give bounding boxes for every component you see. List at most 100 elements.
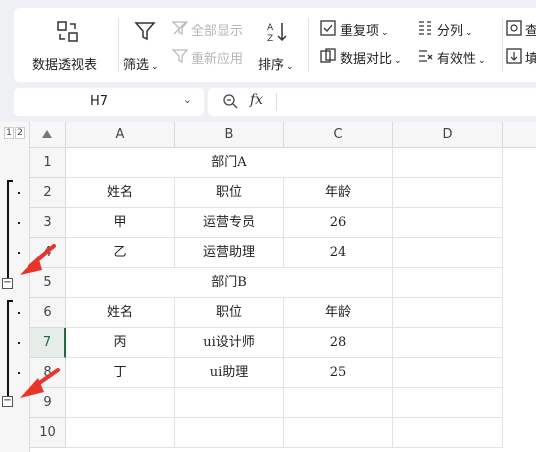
filter-off-icon [172, 21, 188, 36]
pivot-table-label: 数据透视表 [32, 58, 98, 73]
filter-refresh-icon [172, 49, 188, 64]
sort-button[interactable]: A Z 排序 ⌄ [258, 16, 302, 74]
select-all-corner[interactable] [30, 122, 66, 148]
cell[interactable]: 25 [284, 358, 393, 388]
show-all-button[interactable]: 全部显示 [172, 18, 256, 40]
cell[interactable] [175, 388, 284, 418]
cell[interactable] [393, 148, 503, 178]
fill-label: 填 [525, 52, 536, 67]
cell[interactable]: 运营专员 [175, 208, 284, 238]
cell[interactable]: ui设计师 [175, 328, 284, 358]
filter-label: 筛选 [123, 58, 150, 73]
chevron-down-icon[interactable]: ⌄ [183, 93, 192, 106]
formula-bar: H7 ⌄ fx [14, 88, 536, 118]
collapse-group-button[interactable]: − [2, 278, 13, 289]
cell[interactable] [393, 358, 503, 388]
divider [502, 18, 503, 72]
cell[interactable]: 24 [284, 238, 393, 268]
lookup-button[interactable]: 查 [506, 18, 536, 40]
cell[interactable]: 26 [284, 208, 393, 238]
select-all-icon [42, 130, 52, 138]
validity-icon [419, 50, 433, 62]
collapse-group-button[interactable]: − [2, 396, 13, 407]
cell[interactable] [284, 388, 393, 418]
fill-icon [506, 48, 522, 64]
column-header-b[interactable]: B [175, 122, 284, 148]
outline-group-bracket [7, 300, 13, 400]
cell[interactable]: 职位 [175, 178, 284, 208]
cell[interactable] [66, 388, 175, 418]
sort-icon: A Z [267, 23, 287, 44]
duplicates-button[interactable]: 重复项 ⌄ [320, 18, 400, 40]
cell[interactable] [66, 418, 175, 448]
row-header-selected[interactable]: 7 [30, 328, 66, 358]
reapply-button[interactable]: 重新应用 [172, 46, 256, 68]
cell[interactable] [393, 208, 503, 238]
chevron-down-icon: ⌄ [381, 28, 389, 38]
chevron-down-icon: ⌄ [478, 56, 486, 66]
duplicates-icon [320, 20, 336, 36]
cell[interactable]: 丙 [66, 328, 175, 358]
annotation-arrow-icon [20, 244, 56, 275]
merged-cell-dept-b[interactable]: 部门B [66, 268, 393, 298]
divider [118, 18, 119, 72]
chevron-down-icon: ⌄ [151, 62, 159, 72]
cell[interactable]: 甲 [66, 208, 175, 238]
cell[interactable] [284, 418, 393, 448]
column-header-a[interactable]: A [66, 122, 175, 148]
function-icon[interactable]: fx [250, 92, 263, 108]
row-header[interactable]: 3 [30, 208, 66, 238]
cell[interactable] [393, 328, 503, 358]
chevron-down-icon: ⌄ [286, 62, 294, 72]
cell[interactable]: 运营助理 [175, 238, 284, 268]
cell[interactable]: 28 [284, 328, 393, 358]
cell[interactable]: 年龄 [284, 298, 393, 328]
zoom-icon[interactable] [222, 93, 238, 109]
cell[interactable] [393, 178, 503, 208]
outline-dot [18, 222, 20, 224]
split-column-label: 分列 [437, 24, 464, 39]
compare-label: 数据对比 [340, 52, 393, 67]
pivot-table-button[interactable]: 数据透视表 [24, 16, 114, 74]
cell[interactable] [393, 418, 503, 448]
outline-dot [18, 192, 20, 194]
outline-level-2-button[interactable]: 2 [15, 127, 25, 139]
merged-cell-dept-a[interactable]: 部门A [66, 148, 393, 178]
cell[interactable]: 乙 [66, 238, 175, 268]
cell[interactable] [393, 268, 503, 298]
row-header[interactable]: 1 [30, 148, 66, 178]
compare-button[interactable]: 数据对比 ⌄ [320, 46, 410, 68]
row-header[interactable]: 10 [30, 418, 66, 448]
filter-button[interactable]: 筛选 ⌄ [122, 16, 166, 74]
cell[interactable] [393, 238, 503, 268]
reapply-label: 重新应用 [191, 52, 244, 67]
formula-input[interactable]: fx [208, 88, 536, 116]
row-header[interactable]: 6 [30, 298, 66, 328]
cell[interactable] [393, 298, 503, 328]
name-box[interactable]: H7 ⌄ [14, 88, 204, 116]
svg-text:Z: Z [267, 34, 273, 44]
divider [276, 93, 277, 111]
cell[interactable]: 职位 [175, 298, 284, 328]
chevron-down-icon: ⌄ [394, 56, 402, 66]
svg-text:A: A [267, 23, 274, 33]
lookup-icon [506, 20, 522, 36]
cell[interactable]: 姓名 [66, 298, 175, 328]
column-header-c[interactable]: C [284, 122, 393, 148]
split-column-button[interactable]: 分列 ⌄ [417, 18, 487, 40]
outline-dot [18, 342, 20, 344]
show-all-label: 全部显示 [191, 24, 244, 39]
fill-button[interactable]: 填 [506, 46, 536, 68]
row-header[interactable]: 2 [30, 178, 66, 208]
cell[interactable] [393, 388, 503, 418]
cell[interactable]: 丁 [66, 358, 175, 388]
cell[interactable]: 姓名 [66, 178, 175, 208]
outline-dot [18, 312, 20, 314]
split-column-icon [419, 21, 431, 35]
column-header-d[interactable]: D [393, 122, 503, 148]
validity-button[interactable]: 有效性 ⌄ [417, 46, 499, 68]
cell[interactable] [175, 418, 284, 448]
cell[interactable]: 年龄 [284, 178, 393, 208]
cell[interactable]: ui助理 [175, 358, 284, 388]
outline-level-1-button[interactable]: 1 [4, 127, 14, 139]
